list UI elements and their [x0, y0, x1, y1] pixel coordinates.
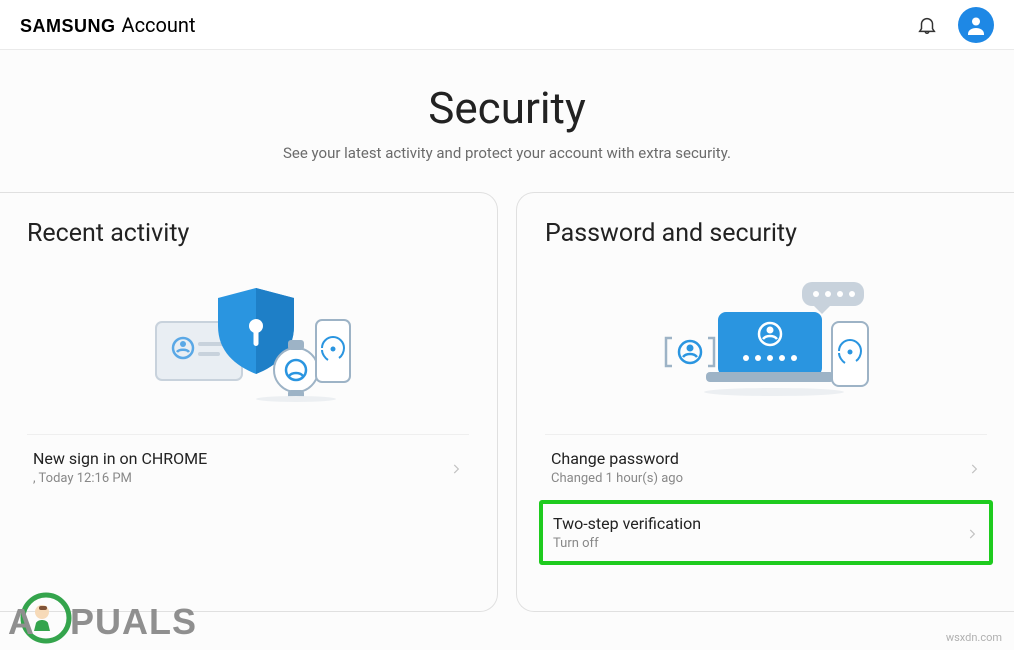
watermark-source: wsxdn.com — [946, 631, 1002, 644]
page-title-block: Security See your latest activity and pr… — [0, 82, 1014, 162]
recent-activity-card: Recent activity — [0, 192, 498, 612]
page-title: Security — [0, 82, 1014, 134]
recent-signin-item[interactable]: New sign in on CHROME , Today 12:16 PM — [27, 434, 469, 500]
recent-activity-title: Recent activity — [27, 219, 469, 248]
two-step-sub: Turn off — [553, 536, 701, 551]
change-password-sub: Changed 1 hour(s) ago — [551, 471, 683, 486]
change-password-labels: Change password Changed 1 hour(s) ago — [551, 449, 683, 486]
chevron-right-icon — [965, 526, 979, 540]
svg-text:PUALS: PUALS — [70, 601, 197, 642]
recent-activity-illustration — [27, 266, 469, 416]
notification-bell-icon[interactable] — [916, 14, 938, 36]
two-step-labels: Two-step verification Turn off — [553, 514, 701, 551]
password-security-card: Password and security — [516, 192, 1014, 612]
chevron-right-icon — [967, 461, 981, 475]
password-security-illustration — [545, 266, 987, 416]
password-security-title: Password and security — [545, 219, 987, 248]
brand-samsung: SAMSUNG — [20, 16, 116, 37]
cards-row: Recent activity — [0, 192, 1014, 612]
page-subtitle: See your latest activity and protect you… — [0, 144, 1014, 162]
profile-avatar-icon[interactable] — [958, 7, 994, 43]
change-password-title: Change password — [551, 449, 683, 468]
two-step-title: Two-step verification — [553, 514, 701, 533]
chevron-right-icon — [449, 461, 463, 475]
recent-signin-title: New sign in on CHROME — [33, 449, 207, 468]
watermark-logo: A PUALS — [8, 592, 208, 648]
recent-signin-sub: , Today 12:16 PM — [33, 471, 207, 486]
header: SAMSUNG Account — [0, 0, 1014, 50]
svg-text:A: A — [8, 601, 35, 642]
change-password-item[interactable]: Change password Changed 1 hour(s) ago — [545, 434, 987, 500]
recent-signin-labels: New sign in on CHROME , Today 12:16 PM — [33, 449, 207, 486]
brand-account: Account — [122, 13, 196, 37]
header-right — [916, 7, 994, 43]
brand[interactable]: SAMSUNG Account — [20, 13, 196, 37]
two-step-verification-item[interactable]: Two-step verification Turn off — [539, 500, 993, 565]
